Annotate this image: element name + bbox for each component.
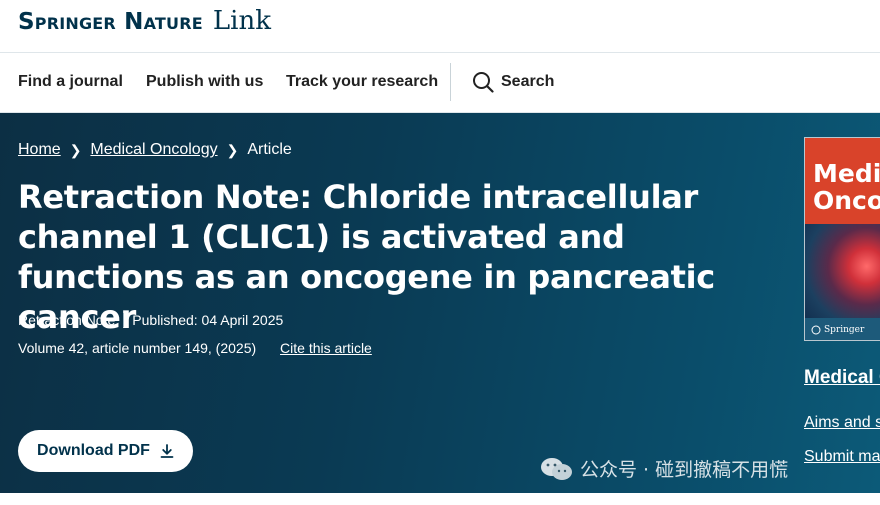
breadcrumb-current: Article: [247, 141, 292, 158]
cover-publisher: Springer: [824, 325, 865, 335]
article-type: Retraction Note: [18, 312, 116, 328]
cite-article-link[interactable]: Cite this article: [280, 340, 372, 356]
logo-link-text: Link: [212, 6, 271, 36]
breadcrumb-home[interactable]: Home: [18, 141, 61, 159]
breadcrumb-journal[interactable]: Medical Oncology: [90, 141, 217, 159]
search-button[interactable]: Search: [472, 71, 554, 93]
nav-track-research[interactable]: Track your research: [286, 73, 438, 91]
journal-cover-image[interactable]: Medical Oncology Springer: [804, 137, 880, 341]
page-bottom-strip: [0, 493, 880, 505]
article-volume-row: Volume 42, article number 149, (2025) Ci…: [18, 340, 372, 356]
nav-find-journal[interactable]: Find a journal: [18, 73, 123, 91]
wechat-watermark: 公众号 · 碰到撤稿不用慌: [540, 455, 788, 482]
brand-bar: Springer Nature Link: [0, 0, 880, 53]
submit-manuscript-link[interactable]: Submit manuscript: [804, 448, 880, 466]
springer-horse-icon: [811, 325, 821, 335]
download-icon: [160, 444, 174, 458]
cover-header: Medical Oncology: [805, 138, 880, 224]
main-nav: Find a journal Publish with us Track you…: [0, 53, 880, 113]
breadcrumb: Home ❯ Medical Oncology ❯ Article: [18, 141, 292, 159]
logo-wordmark: Springer Nature: [18, 9, 203, 35]
download-pdf-label: Download PDF: [37, 442, 150, 459]
download-pdf-button[interactable]: Download PDF: [18, 430, 193, 472]
springer-nature-link-logo[interactable]: Springer Nature Link: [18, 6, 271, 36]
article-meta: Retraction Note Published: 04 April 2025: [18, 312, 283, 328]
aims-scope-link[interactable]: Aims and scope: [804, 414, 880, 432]
watermark-text: 公众号 · 碰到撤稿不用慌: [580, 459, 789, 481]
cover-footer: Springer: [805, 318, 880, 340]
nav-divider: [450, 63, 451, 101]
chevron-right-icon: ❯: [69, 141, 82, 158]
volume-info: Volume 42, article number 149, (2025): [18, 340, 257, 356]
cover-title: Medical Oncology: [813, 159, 880, 215]
cover-artwork: [805, 224, 880, 318]
article-hero: Home ❯ Medical Oncology ❯ Article Retrac…: [0, 113, 880, 493]
journal-title-link[interactable]: Medical Oncology: [804, 367, 880, 389]
chevron-right-icon: ❯: [226, 141, 239, 158]
nav-publish-with-us[interactable]: Publish with us: [146, 73, 263, 91]
search-label: Search: [501, 73, 555, 90]
wechat-icon: [541, 457, 572, 480]
meta-divider: [123, 313, 125, 327]
search-icon: [472, 71, 494, 93]
published-date: Published: 04 April 2025: [132, 312, 284, 328]
